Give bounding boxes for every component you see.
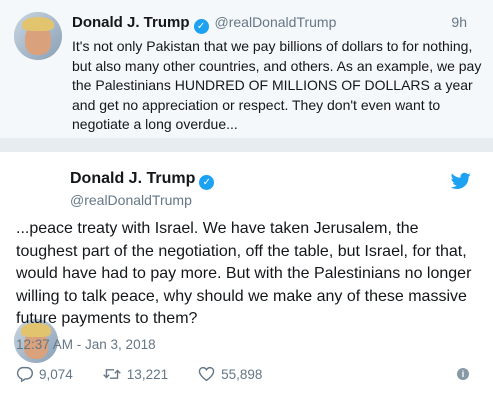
like-count: 55,898 bbox=[221, 366, 263, 382]
reply-button[interactable]: 9,074 bbox=[16, 366, 73, 382]
info-icon[interactable]: i bbox=[457, 368, 469, 380]
retweet-icon bbox=[102, 369, 121, 379]
twitter-bird-icon[interactable] bbox=[451, 172, 471, 190]
second-tweet-card: Donald J. Trump ✓ @realDonaldTrump ...pea… bbox=[0, 152, 493, 401]
retweet-button[interactable]: 13,221 bbox=[102, 366, 169, 382]
author-handle[interactable]: @realDonaldTrump bbox=[70, 192, 192, 208]
first-tweet-header: Donald J. Trump ✓ @realDonaldTrump bbox=[72, 14, 336, 34]
avatar[interactable] bbox=[14, 12, 62, 60]
tweet-timestamp[interactable]: 12:37 AM - Jan 3, 2018 bbox=[16, 337, 156, 352]
heart-icon bbox=[198, 366, 215, 382]
first-tweet-card[interactable]: Donald J. Trump ✓ @realDonaldTrump 9h It's… bbox=[0, 0, 493, 139]
author-name[interactable]: Donald J. Trump bbox=[70, 170, 195, 187]
reply-icon bbox=[16, 366, 33, 382]
tweet-text: ...peace treaty with Israel. We have tak… bbox=[16, 220, 472, 327]
retweet-count: 13,221 bbox=[126, 366, 169, 382]
second-tweet-name-row: Donald J. Trump ✓ bbox=[70, 170, 215, 190]
author-handle[interactable]: @realDonaldTrump bbox=[215, 14, 337, 30]
verified-icon: ✓ bbox=[193, 19, 209, 34]
tweet-text: It's not only Pakistan that we pay billi… bbox=[72, 38, 482, 132]
author-name[interactable]: Donald J. Trump bbox=[72, 14, 190, 31]
like-button[interactable]: 55,898 bbox=[198, 366, 262, 382]
tweet-time[interactable]: 9h bbox=[451, 14, 467, 30]
reply-count: 9,074 bbox=[39, 366, 73, 382]
verified-icon: ✓ bbox=[199, 175, 215, 190]
tweet-actions: 9,074 13,221 55,898 bbox=[16, 366, 292, 382]
